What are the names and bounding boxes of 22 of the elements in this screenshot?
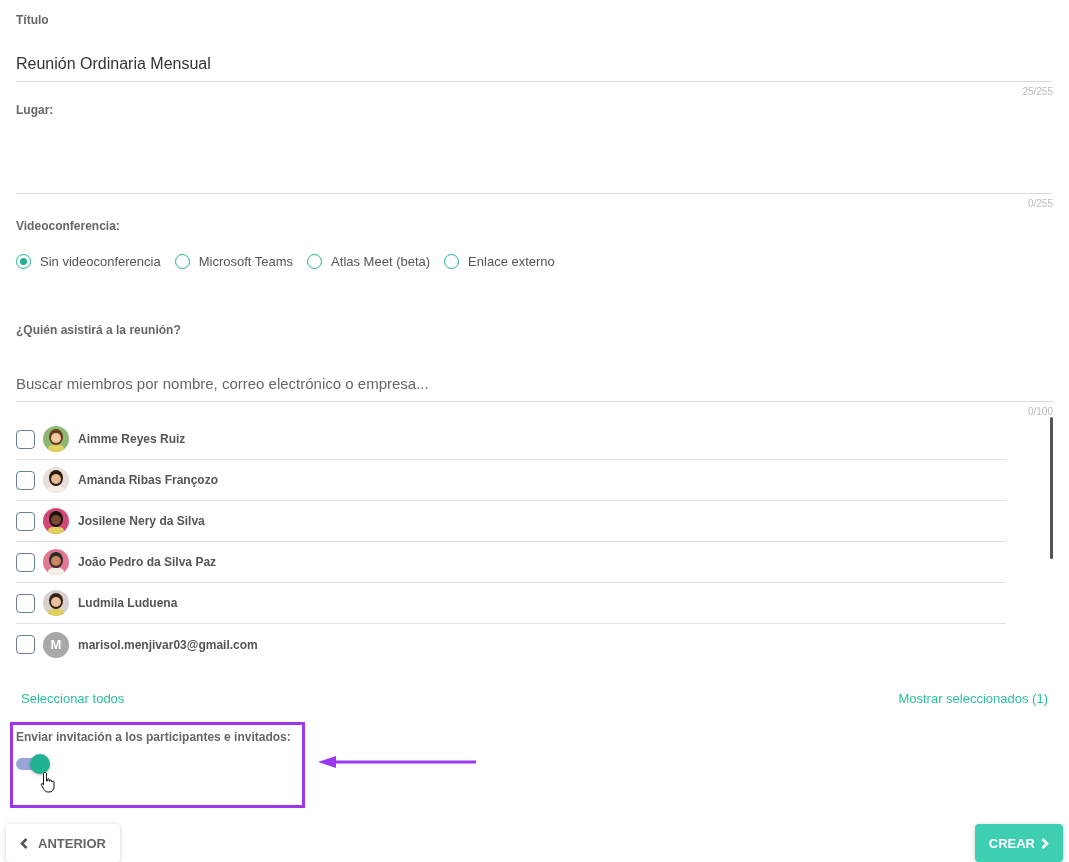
radio-option[interactable]: Sin videoconferencia xyxy=(16,254,161,269)
member-name: marisol.menjivar03@gmail.com xyxy=(78,637,258,652)
character-counter: 0/255 xyxy=(1027,198,1053,209)
previous-button[interactable]: ANTERIOR xyxy=(6,824,120,862)
character-counter: 0/100 xyxy=(1027,406,1053,417)
member-name: Aimme Reyes Ruiz xyxy=(78,432,186,446)
character-counter: 25/255 xyxy=(1022,86,1053,97)
field-label: ¿Quién asistirá a la reunión? xyxy=(16,323,182,337)
field-label: Videoconferencia: xyxy=(16,219,121,233)
member-name: Amanda Ribas Françozo xyxy=(78,473,219,487)
radio-option[interactable]: Atlas Meet (beta) xyxy=(307,254,431,269)
title-field[interactable]: Reunión Ordinaria Mensual xyxy=(16,55,1053,82)
toggle-label: Enviar invitación a los participantes e invitados: xyxy=(16,730,292,744)
member-name: Ludmila Luduena xyxy=(78,596,178,610)
member-name: Josilene Nery da Silva xyxy=(78,514,205,528)
radio-option[interactable]: Enlace externo xyxy=(444,254,555,269)
member-name: João Pedro da Silva Paz xyxy=(78,555,217,569)
radio-option[interactable]: Microsoft Teams xyxy=(174,254,294,269)
search-field[interactable]: Buscar miembros por nombre, correo electrónico o empresa... xyxy=(16,375,1053,402)
field-label: Lugar: xyxy=(16,103,55,117)
field-label: Título xyxy=(16,13,50,27)
avatar-initial: M xyxy=(43,631,69,658)
